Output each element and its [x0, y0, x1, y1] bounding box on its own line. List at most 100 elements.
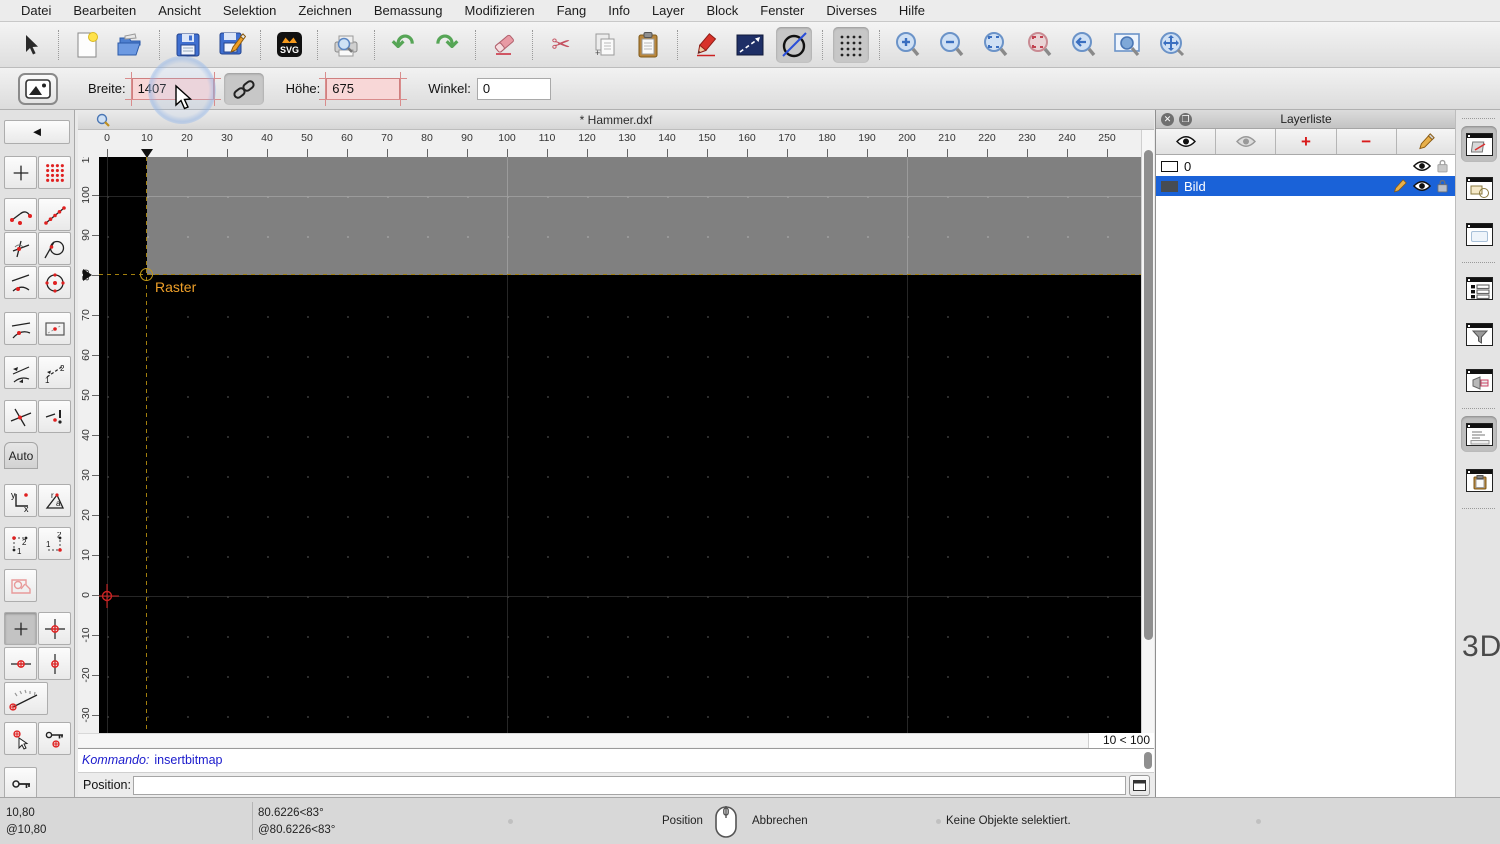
snap-nothing-button[interactable] — [38, 400, 71, 433]
restrict-nothing-button[interactable] — [4, 612, 37, 645]
document-titlebar[interactable]: * Hammer.dxf — [78, 110, 1154, 130]
open-file-button[interactable] — [113, 27, 149, 63]
snap-intersection-button[interactable] — [4, 312, 37, 345]
snap-auto-button[interactable]: Auto — [4, 442, 38, 469]
lock-relative-zero-button[interactable] — [38, 722, 71, 755]
coordinate-polar-button[interactable]: ra — [38, 484, 71, 517]
hide-all-layers-button[interactable] — [1216, 129, 1276, 154]
snap-center-button[interactable] — [38, 266, 71, 299]
menu-item-selektion[interactable]: Selektion — [212, 0, 287, 22]
relative-2-1-button[interactable]: 12 — [38, 527, 71, 560]
redo-button[interactable]: ↷ — [429, 27, 465, 63]
layer-panel-titlebar[interactable]: ✕ ❐ Layerliste — [1156, 110, 1456, 129]
menu-item-bearbeiten[interactable]: Bearbeiten — [62, 0, 147, 22]
edit-layer-button[interactable] — [1397, 129, 1456, 154]
hoehe-input[interactable] — [326, 78, 400, 100]
draw-freehand-button[interactable] — [688, 27, 724, 63]
print-preview-button[interactable] — [328, 27, 364, 63]
cut-button[interactable]: ✂ — [543, 27, 579, 63]
zoom-pan-button[interactable] — [1154, 27, 1190, 63]
menu-item-diverses[interactable]: Diverses — [815, 0, 888, 22]
menu-item-ansicht[interactable]: Ansicht — [147, 0, 212, 22]
relative-zero-key-button[interactable] — [4, 767, 37, 800]
new-file-button[interactable] — [69, 27, 105, 63]
winkel-input[interactable] — [477, 78, 551, 100]
position-input[interactable] — [133, 776, 1126, 795]
menu-item-modifizieren[interactable]: Modifizieren — [454, 0, 546, 22]
zoom-in-button[interactable] — [890, 27, 926, 63]
menu-item-datei[interactable]: Datei — [10, 0, 62, 22]
command-window-toggle-button[interactable] — [1129, 775, 1150, 796]
snap-tangent-button[interactable] — [38, 232, 71, 265]
library-browser-panel-button[interactable] — [1461, 216, 1497, 252]
layer-row-bild[interactable]: Bild — [1156, 176, 1456, 196]
snap-on-entity-button[interactable] — [38, 198, 71, 231]
snap-perpendicular-button[interactable] — [4, 232, 37, 265]
command-history-panel-button[interactable] — [1461, 416, 1497, 452]
snap-intersection-manual-button[interactable] — [4, 400, 37, 433]
layer-list-panel-button[interactable] — [1461, 126, 1497, 162]
command-widget-panel-button[interactable] — [1461, 362, 1497, 398]
snap-distance-button[interactable]: 12 — [38, 356, 71, 389]
menu-item-hilfe[interactable]: Hilfe — [888, 0, 936, 22]
layer-visible-icon[interactable] — [1413, 160, 1431, 172]
relative-1-2-button[interactable]: 12 — [4, 527, 37, 560]
link-dimensions-button[interactable] — [224, 73, 264, 105]
copy-button[interactable]: + — [587, 27, 623, 63]
menu-item-fenster[interactable]: Fenster — [749, 0, 815, 22]
horizontal-scrollbar[interactable] — [78, 733, 1141, 747]
layer-visible-icon[interactable] — [1413, 180, 1431, 192]
menu-item-bemassung[interactable]: Bemassung — [363, 0, 454, 22]
menu-item-fang[interactable]: Fang — [546, 0, 598, 22]
menu-item-zeichnen[interactable]: Zeichnen — [287, 0, 362, 22]
add-layer-button[interactable]: + — [1276, 129, 1336, 154]
restrict-orthogonal-button[interactable] — [38, 612, 71, 645]
snap-endpoints-button[interactable] — [4, 198, 37, 231]
remove-layer-button[interactable]: − — [1337, 129, 1397, 154]
svg-export-button[interactable]: SVG — [271, 27, 307, 63]
snap-reference-button[interactable] — [38, 312, 71, 345]
paste-button[interactable] — [631, 27, 667, 63]
show-all-layers-button[interactable] — [1156, 129, 1216, 154]
zoom-window-button[interactable] — [1110, 27, 1146, 63]
pointer-tool-button[interactable] — [12, 27, 48, 63]
command-scrollbar-thumb[interactable] — [1144, 752, 1152, 769]
property-editor-panel-button[interactable] — [1461, 270, 1497, 306]
undo-button[interactable]: ↶ — [385, 27, 421, 63]
clipboard-panel-button[interactable] — [1461, 462, 1497, 498]
vertical-scrollbar-thumb[interactable] — [1144, 150, 1153, 640]
breite-input[interactable] — [132, 78, 214, 100]
erase-button[interactable] — [486, 27, 522, 63]
drawing-canvas[interactable]: Raster — [99, 157, 1141, 733]
command-line[interactable]: Kommando:insertbitmap — [78, 748, 1154, 772]
vertical-scrollbar[interactable] — [1141, 130, 1154, 747]
angle-meter-button[interactable] — [4, 682, 48, 715]
layer-edit-icon[interactable] — [1393, 179, 1407, 193]
snap-grid-button[interactable] — [38, 156, 71, 189]
set-relative-zero-button[interactable] — [4, 722, 37, 755]
layer-lock-icon[interactable] — [1437, 159, 1448, 173]
draw-line-button[interactable] — [732, 27, 768, 63]
snap-restrict-arrows-button[interactable] — [4, 356, 37, 389]
insert-image-button[interactable] — [18, 73, 58, 105]
snap-free-button[interactable] — [4, 156, 37, 189]
zoom-previous-button[interactable] — [1066, 27, 1102, 63]
zoom-out-button[interactable] — [934, 27, 970, 63]
snap-middle-button[interactable] — [4, 266, 37, 299]
selection-filter-panel-button[interactable] — [1461, 316, 1497, 352]
menu-item-layer[interactable]: Layer — [641, 0, 696, 22]
restrict-horizontal-button[interactable] — [4, 647, 37, 680]
menu-item-block[interactable]: Block — [695, 0, 749, 22]
layer-lock-icon[interactable] — [1437, 179, 1448, 193]
grid-toggle-button[interactable] — [833, 27, 869, 63]
restrict-vertical-button[interactable] — [38, 647, 71, 680]
draw-circle-button[interactable] — [776, 27, 812, 63]
layer-row-0[interactable]: 0 — [1156, 156, 1456, 176]
save-button[interactable] — [170, 27, 206, 63]
restrict-off-button[interactable] — [4, 569, 37, 602]
zoom-auto-button[interactable] — [978, 27, 1014, 63]
menu-item-info[interactable]: Info — [597, 0, 641, 22]
save-as-button[interactable] — [214, 27, 250, 63]
snap-back-button[interactable]: ◄ — [4, 120, 70, 144]
coordinate-cartesian-button[interactable]: yx — [4, 484, 37, 517]
